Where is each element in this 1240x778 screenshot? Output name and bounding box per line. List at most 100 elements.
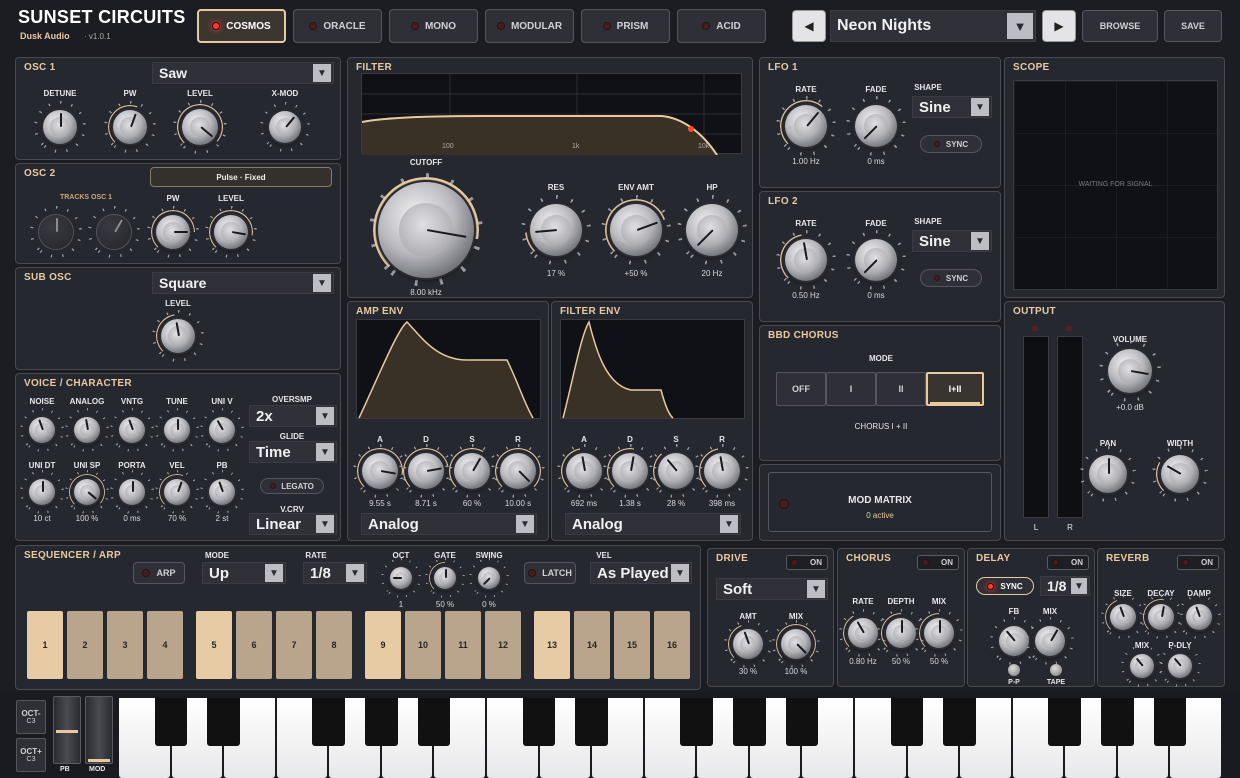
reverb-decay-knob[interactable]	[1139, 595, 1183, 639]
seq-step[interactable]: 14	[574, 611, 610, 679]
delay-on-toggle[interactable]: ON	[1047, 555, 1089, 570]
vcurve-select[interactable]: Linear ▼	[249, 513, 337, 535]
next-preset-button[interactable]: ▶	[1042, 10, 1076, 42]
lfo1-rate-knob[interactable]	[776, 96, 836, 156]
octave-down-button[interactable]: OCT- C3	[16, 700, 46, 734]
seq-rate-select[interactable]: 1/8 ▼	[303, 562, 367, 584]
osc1-level-knob[interactable]	[173, 100, 227, 154]
osc1-detune-knob[interactable]	[34, 101, 86, 153]
reverb-predelay-knob[interactable]	[1159, 645, 1201, 687]
osc2-level-knob[interactable]	[205, 206, 257, 258]
lfo2-sync-toggle[interactable]: SYNC	[920, 269, 982, 287]
cutoff-knob[interactable]	[369, 173, 483, 287]
width-knob[interactable]	[1152, 446, 1208, 502]
voice-vel-knob[interactable]	[155, 470, 199, 514]
black-key[interactable]	[1048, 698, 1082, 746]
seq-step[interactable]: 1	[27, 611, 63, 679]
seq-mode-select[interactable]: Up ▼	[202, 562, 286, 584]
chorus-rate-knob[interactable]	[839, 609, 887, 657]
filtenv-d-knob[interactable]	[603, 444, 657, 498]
osc1-pw-knob[interactable]	[104, 101, 156, 153]
seq-step[interactable]: 7	[276, 611, 312, 679]
seq-step[interactable]: 13	[534, 611, 570, 679]
sub-level-knob[interactable]	[152, 310, 204, 362]
osc2-tracks-knob-a[interactable]	[30, 206, 82, 258]
filter-env-display[interactable]	[560, 319, 745, 419]
voice-porta-knob[interactable]	[110, 470, 154, 514]
filtenv-s-knob[interactable]	[649, 444, 703, 498]
seq-step[interactable]: 15	[614, 611, 650, 679]
reverb-damp-knob[interactable]	[1177, 595, 1221, 639]
voice-analog-knob[interactable]	[65, 408, 109, 452]
engine-acid-button[interactable]: ACID	[677, 9, 766, 43]
black-key[interactable]	[365, 698, 398, 746]
drive-on-toggle[interactable]: ON	[786, 555, 828, 570]
seq-step[interactable]: 3	[107, 611, 143, 679]
browse-button[interactable]: BROWSE	[1082, 10, 1158, 42]
black-key[interactable]	[575, 698, 608, 746]
hp-knob[interactable]	[677, 195, 747, 265]
voice-pb-knob[interactable]	[200, 470, 244, 514]
seq-step[interactable]: 16	[654, 611, 690, 679]
seq-gate-knob[interactable]	[425, 558, 465, 598]
bbd-mode-2[interactable]: II	[876, 372, 926, 406]
seq-step[interactable]: 2	[67, 611, 103, 679]
ampenv-s-knob[interactable]	[445, 444, 499, 498]
drive-mix-knob[interactable]	[772, 620, 820, 668]
seq-step[interactable]: 4	[147, 611, 183, 679]
lfo1-shape-select[interactable]: Sine ▼	[912, 96, 992, 118]
osc2-tracks-knob-b[interactable]	[88, 206, 140, 258]
engine-oracle-button[interactable]: ORACLE	[293, 9, 382, 43]
reverb-mix-knob[interactable]	[1121, 645, 1163, 687]
sub-wave-select[interactable]: Square ▼	[152, 272, 334, 294]
amp-env-display[interactable]	[356, 319, 541, 419]
ampenv-a-knob[interactable]	[353, 444, 407, 498]
delay-pingpong-toggle[interactable]	[1008, 664, 1020, 676]
ampenv-r-knob[interactable]	[491, 444, 545, 498]
lfo2-shape-select[interactable]: Sine ▼	[912, 230, 992, 252]
res-knob[interactable]	[521, 195, 591, 265]
black-key[interactable]	[890, 698, 924, 746]
ampenv-d-knob[interactable]	[399, 444, 453, 498]
chorus-mix-knob[interactable]	[915, 609, 963, 657]
seq-step[interactable]: 5	[196, 611, 232, 679]
mod-wheel[interactable]	[85, 696, 113, 764]
oversample-select[interactable]: 2x ▼	[249, 405, 337, 427]
seq-step[interactable]: 12	[485, 611, 521, 679]
lfo1-fade-knob[interactable]	[846, 96, 906, 156]
pitch-bend-wheel[interactable]	[53, 696, 81, 764]
voice-uni-dt-knob[interactable]	[20, 470, 64, 514]
voice-noise-knob[interactable]	[20, 408, 64, 452]
piano-keyboard[interactable]	[119, 698, 1223, 778]
prev-preset-button[interactable]: ◀	[792, 10, 826, 42]
reverb-on-toggle[interactable]: ON	[1177, 555, 1219, 570]
osc2-mode-button[interactable]: Pulse · Fixed	[150, 167, 332, 187]
seq-step[interactable]: 9	[365, 611, 401, 679]
seq-step[interactable]: 6	[236, 611, 272, 679]
save-button[interactable]: SAVE	[1164, 10, 1222, 42]
chorus-depth-knob[interactable]	[877, 609, 925, 657]
delay-mix-knob[interactable]	[1026, 617, 1074, 665]
filtenv-a-knob[interactable]	[557, 444, 611, 498]
black-key[interactable]	[154, 698, 188, 746]
black-key[interactable]	[733, 698, 766, 746]
delay-time-select[interactable]: 1/8 ▼	[1040, 576, 1090, 596]
black-key[interactable]	[207, 698, 240, 746]
black-key[interactable]	[1101, 698, 1134, 746]
seq-step[interactable]: 11	[445, 611, 481, 679]
env-amt-knob[interactable]	[601, 195, 671, 265]
black-key[interactable]	[785, 698, 819, 746]
seq-vel-select[interactable]: As Played ▼	[590, 562, 692, 584]
lfo2-rate-knob[interactable]	[776, 230, 836, 290]
seq-swing-knob[interactable]	[469, 558, 509, 598]
voice-vntg-knob[interactable]	[110, 408, 154, 452]
engine-prism-button[interactable]: PRISM	[581, 9, 670, 43]
chorus-on-toggle[interactable]: ON	[917, 555, 959, 570]
black-key[interactable]	[1153, 698, 1187, 746]
bbd-mode-off[interactable]: OFF	[776, 372, 826, 406]
black-key[interactable]	[680, 698, 714, 746]
volume-knob[interactable]	[1099, 340, 1161, 402]
octave-up-button[interactable]: OCT+ C3	[16, 738, 46, 772]
pan-knob[interactable]	[1080, 446, 1136, 502]
seq-oct-knob[interactable]	[381, 558, 421, 598]
